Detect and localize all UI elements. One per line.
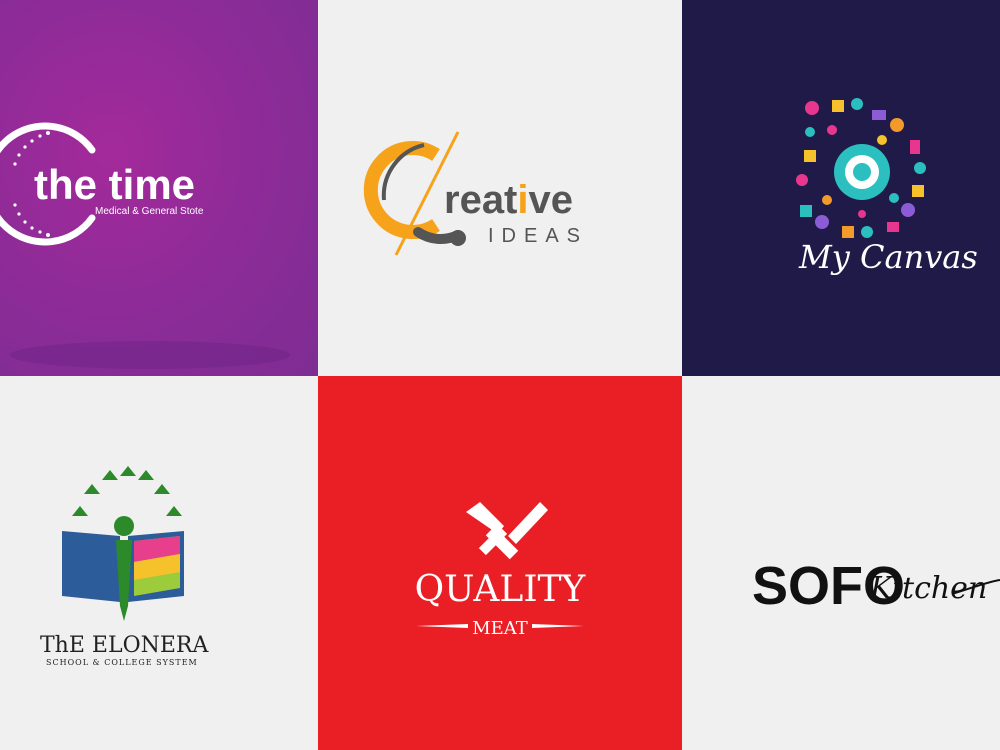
elonera-subtitle: SCHOOL & COLLEGE SYSTEM	[46, 658, 198, 667]
right-blade-line	[532, 624, 584, 628]
quality-title: QUALITY	[415, 569, 587, 610]
leaf-arc	[72, 466, 182, 516]
ideas-word: IDEAS	[488, 225, 588, 247]
sofo-kitchen-logo: SOFO Kitchen	[752, 556, 1000, 616]
creative-ideas-logo: reative IDEAS	[363, 131, 588, 256]
quality-meat-logo: QUALITY MEAT	[415, 502, 587, 639]
elonera-title: ThE ELONERA	[40, 633, 209, 658]
c-dot	[450, 230, 466, 246]
person-head	[114, 516, 134, 536]
logo-tile-my-canvas: My Canvas	[682, 0, 1000, 376]
left-blade-line	[416, 624, 468, 628]
elonera-logo: ThE ELONERA SCHOOL & COLLEGE SYSTEM	[40, 466, 209, 667]
my-canvas-logo: My Canvas	[796, 98, 978, 276]
logo-tile-sofo-kitchen: SOFO Kitchen	[682, 376, 1000, 750]
the-time-title: the time	[34, 161, 195, 208]
logo-tile-quality-meat: QUALITY MEAT	[318, 376, 682, 750]
logo-tile-the-time: the time Medical & General Stote	[0, 0, 318, 376]
my-canvas-title: My Canvas	[798, 238, 978, 276]
c-orange-arc	[363, 141, 440, 239]
crossed-knives-icon	[466, 502, 548, 560]
logo-tile-elonera: ThE ELONERA SCHOOL & COLLEGE SYSTEM	[0, 376, 318, 750]
logo-tile-creative-ideas: reative IDEAS	[318, 0, 682, 376]
camera-lens-core	[853, 163, 871, 181]
the-time-logo: the time Medical & General Stote	[0, 122, 290, 369]
meat-subtitle: MEAT	[472, 618, 528, 639]
creative-word: reative	[444, 178, 573, 222]
book-left-page	[62, 531, 120, 602]
the-time-subtitle: Medical & General Stote	[95, 206, 204, 217]
